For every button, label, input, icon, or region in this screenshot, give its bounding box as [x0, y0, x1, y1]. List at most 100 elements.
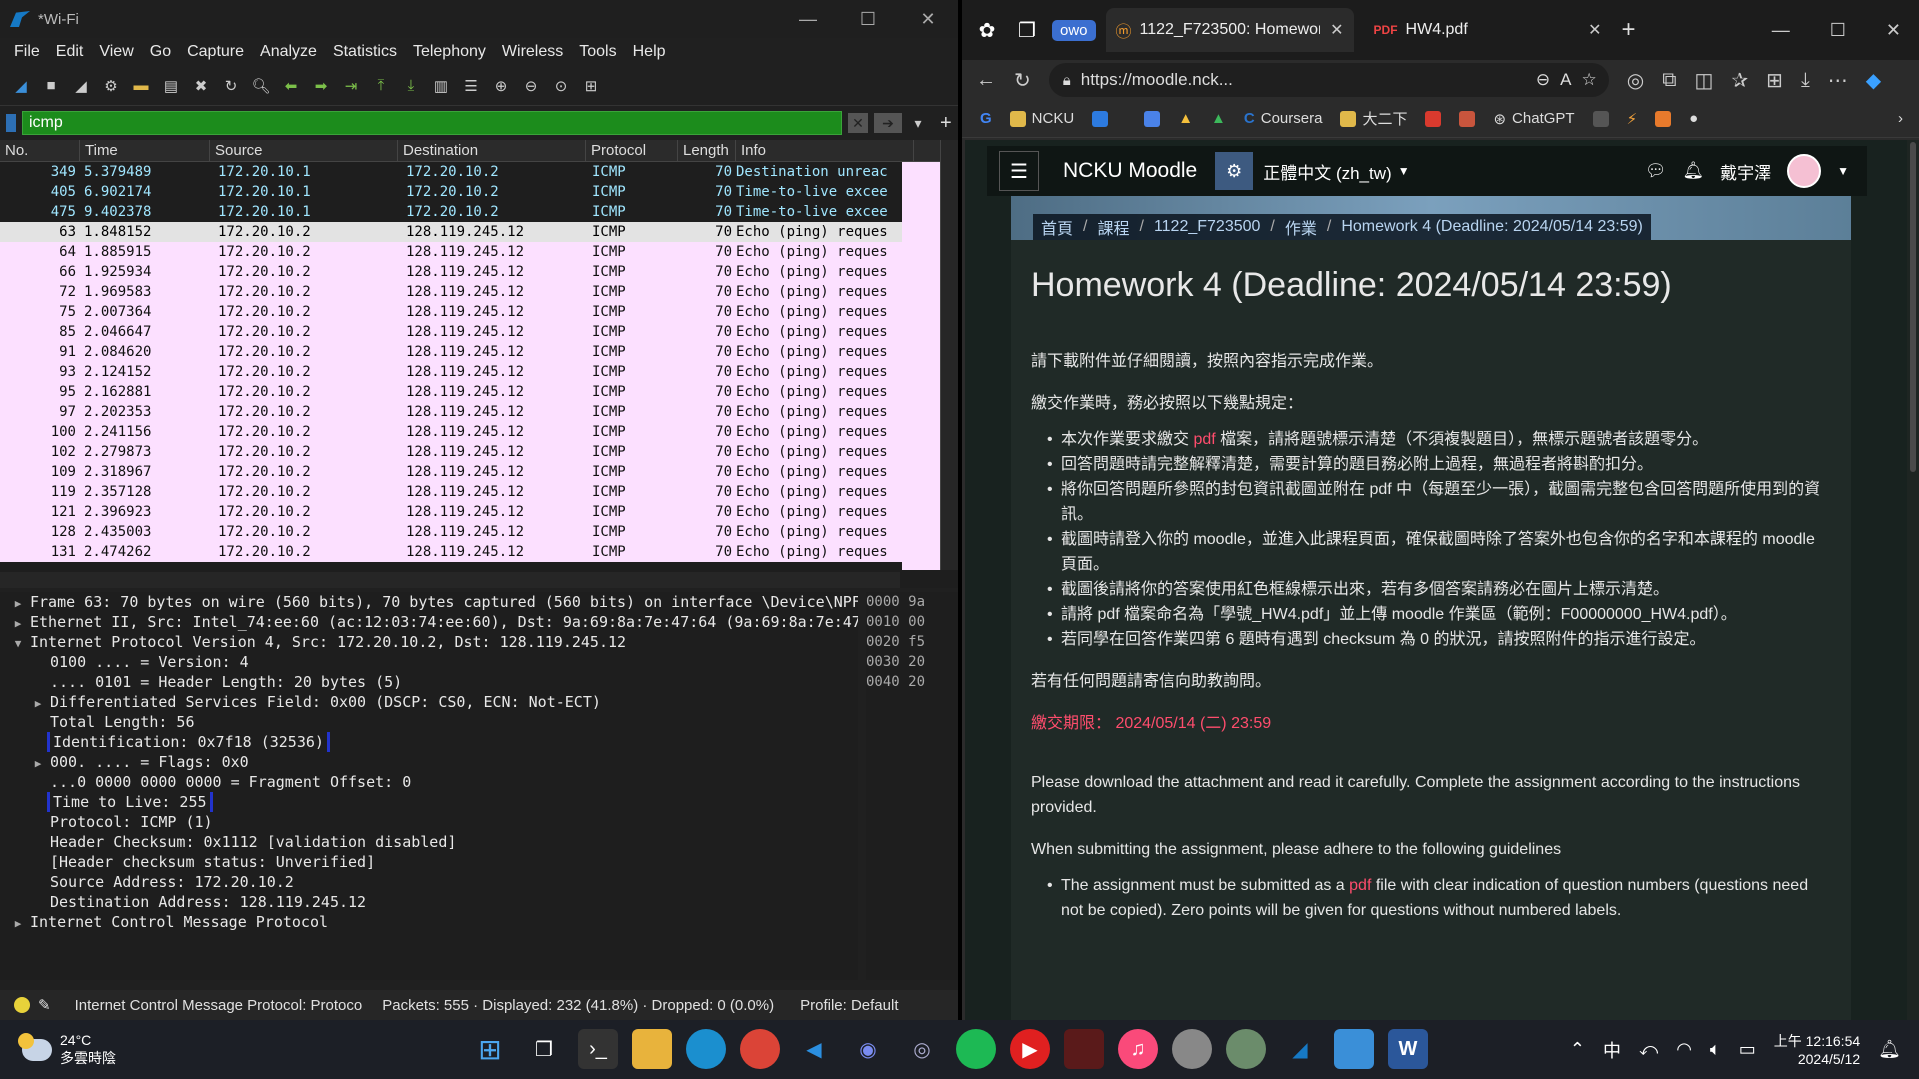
split-screen-icon[interactable]: ◫	[1695, 68, 1714, 93]
go-to-packet-icon[interactable]: ⇥	[340, 75, 362, 97]
zoom-in-icon[interactable]: ⊕	[490, 75, 512, 97]
detail-line[interactable]: Identification: 0x7f18 (32536)	[0, 732, 858, 752]
breadcrumb-current[interactable]: Homework 4 (Deadline: 2024/05/14 23:59)	[1341, 218, 1643, 236]
notifications-icon[interactable]: 🔔︎	[1878, 1039, 1901, 1060]
table-row[interactable]: 119 2.357128 172.20.10.2 128.119.245.12 ICMP…	[0, 482, 958, 502]
bolt-icon[interactable]: ⚡︎	[1627, 110, 1638, 128]
packet-list-hscroll[interactable]	[0, 572, 900, 588]
apply-filter-icon[interactable]: ➔	[874, 113, 902, 133]
find-packet-icon[interactable]: 🔍︎	[250, 75, 272, 97]
detail-line[interactable]: ▼ Internet Protocol Version 4, Src: 172.2…	[0, 632, 858, 652]
task-view-icon[interactable]: ❐	[524, 1029, 564, 1069]
app-icon[interactable]	[1172, 1029, 1212, 1069]
ime-mode-icon[interactable]: ⤺	[1639, 1039, 1658, 1060]
calendar-icon[interactable]	[1092, 110, 1109, 127]
col-protocol[interactable]: Protocol	[586, 140, 678, 161]
autoscroll-icon[interactable]: ▥	[430, 75, 452, 97]
messages-icon[interactable]: 💬︎	[1645, 161, 1667, 181]
terminal-icon[interactable]: ›_	[578, 1029, 618, 1069]
file-explorer-icon[interactable]	[632, 1029, 672, 1069]
col-time[interactable]: Time	[80, 140, 210, 161]
profile-icon[interactable]: ✿	[972, 15, 1002, 45]
breadcrumb-assignments[interactable]: 作業	[1285, 215, 1317, 239]
menu-tools[interactable]: Tools	[571, 43, 624, 61]
itunes-icon[interactable]: ♫	[1118, 1029, 1158, 1069]
expand-icon[interactable]: ▶	[6, 914, 30, 932]
table-row[interactable]: 128 2.435003 172.20.10.2 128.119.245.12 ICMP…	[0, 522, 958, 542]
expand-icon[interactable]: ▶	[26, 694, 50, 712]
col-destination[interactable]: Destination	[398, 140, 586, 161]
start-icon[interactable]: ⊞	[470, 1029, 510, 1069]
bookmark-icon[interactable]	[6, 114, 16, 132]
drive2-icon[interactable]: ▲	[1211, 110, 1226, 127]
favorites-icon[interactable]: ✰	[1731, 68, 1748, 93]
close-button[interactable]: ✕	[898, 9, 958, 30]
discord-icon[interactable]: ◉	[848, 1029, 888, 1069]
detail-line[interactable]: .... 0101 = Header Length: 20 bytes (5)	[0, 672, 858, 692]
table-row[interactable]: 72 1.969583 172.20.10.2 128.119.245.12 ICMP 7…	[0, 282, 958, 302]
chevron-up-icon[interactable]: ⌃	[1570, 1039, 1585, 1060]
game-icon[interactable]	[1064, 1029, 1104, 1069]
google-icon[interactable]: G	[980, 110, 992, 127]
zoom-out-icon[interactable]: ⊖	[520, 75, 542, 97]
table-row[interactable]: 75 2.007364 172.20.10.2 128.119.245.12 ICMP 7…	[0, 302, 958, 322]
drive-icon[interactable]: ▲	[1178, 110, 1193, 127]
close-button[interactable]: ✕	[1886, 20, 1901, 41]
save-file-icon[interactable]: ▤	[160, 75, 182, 97]
menu-go[interactable]: Go	[142, 43, 179, 61]
resize-columns-icon[interactable]: ⊞	[580, 75, 602, 97]
menu-analyze[interactable]: Analyze	[252, 43, 325, 61]
go-forward-icon[interactable]: ➡	[310, 75, 332, 97]
downloads-icon[interactable]: ⤓	[1801, 69, 1810, 92]
status-profile[interactable]: Profile: Default	[800, 997, 898, 1014]
tab-pdf[interactable]: PDF HW4.pdf ✕	[1364, 8, 1612, 52]
detail-line[interactable]: Destination Address: 128.119.245.12	[0, 892, 858, 912]
notifications-icon[interactable]: 🔔︎	[1683, 161, 1705, 181]
detail-line[interactable]: ▶ Internet Control Message Protocol	[0, 912, 858, 932]
menu-capture[interactable]: Capture	[179, 43, 252, 61]
github-icon[interactable]: ●	[1689, 110, 1698, 127]
edge-icon[interactable]	[686, 1029, 726, 1069]
stop-capture-icon[interactable]: ■	[40, 75, 62, 97]
table-row[interactable]: 64 1.885915 172.20.10.2 128.119.245.12 ICMP 7…	[0, 242, 958, 262]
expand-icon[interactable]: ▶	[6, 594, 30, 612]
fav-ncku[interactable]: NCKU	[1009, 110, 1074, 127]
battery-icon[interactable]: ▭	[1739, 1039, 1756, 1060]
translate-icon[interactable]	[1144, 110, 1161, 127]
spotify-icon[interactable]	[956, 1029, 996, 1069]
new-tab-icon[interactable]: +	[1622, 16, 1636, 44]
menu-telephony[interactable]: Telephony	[405, 43, 494, 61]
table-row[interactable]: 85 2.046647 172.20.10.2 128.119.245.12 ICMP 7…	[0, 322, 958, 342]
youtube-music-icon[interactable]: ▶	[1010, 1029, 1050, 1069]
settings-icon[interactable]: ⚙	[1215, 152, 1254, 190]
detail-line[interactable]: Protocol: ICMP (1)	[0, 812, 858, 832]
add-filter-button-icon[interactable]: +	[940, 112, 952, 135]
wifi-icon[interactable]: ◠	[1676, 1039, 1692, 1060]
capture-options-icon[interactable]: ⚙	[100, 75, 122, 97]
detail-line[interactable]: Total Length: 56	[0, 712, 858, 732]
copilot-icon[interactable]: ◆	[1866, 68, 1881, 93]
start-capture-icon[interactable]: ◢	[10, 75, 32, 97]
tab-moodle[interactable]: ⓜ 1122_F723500: Homework ✕	[1105, 8, 1354, 52]
detail-line[interactable]: ▶ Differentiated Services Field: 0x00 (DS…	[0, 692, 858, 712]
vscode-icon[interactable]: ◀	[794, 1029, 834, 1069]
close-file-icon[interactable]: ✖	[190, 75, 212, 97]
menu-statistics[interactable]: Statistics	[325, 43, 405, 61]
table-row[interactable]: 102 2.279873 172.20.10.2 128.119.245.12 ICMP…	[0, 442, 958, 462]
col-no[interactable]: No.	[0, 140, 80, 161]
ime-indicator[interactable]: 中	[1603, 1037, 1621, 1063]
puzzle-icon[interactable]	[1655, 110, 1672, 127]
maximize-button[interactable]: ☐	[1830, 20, 1846, 41]
filter-history-icon[interactable]: ▾	[908, 113, 928, 133]
table-row[interactable]: 66 1.925934 172.20.10.2 128.119.245.12 ICMP 7…	[0, 262, 958, 282]
go-back-icon[interactable]: ⬅	[280, 75, 302, 97]
user-name[interactable]: 戴宇澤	[1720, 159, 1771, 184]
moodle-brand[interactable]: NCKU Moodle	[1063, 159, 1197, 183]
normal-size-icon[interactable]: ⊙	[550, 75, 572, 97]
table-row[interactable]: 91 2.084620 172.20.10.2 128.119.245.12 ICMP 7…	[0, 342, 958, 362]
table-row[interactable]: 97 2.202353 172.20.10.2 128.119.245.12 ICMP 7…	[0, 402, 958, 422]
user-menu-chevron-icon[interactable]: ▼	[1837, 164, 1849, 178]
detail-line[interactable]: Time to Live: 255	[0, 792, 858, 812]
weather-widget[interactable]: 24°C 多雲時陰	[18, 1032, 116, 1068]
photos-icon[interactable]	[1334, 1029, 1374, 1069]
